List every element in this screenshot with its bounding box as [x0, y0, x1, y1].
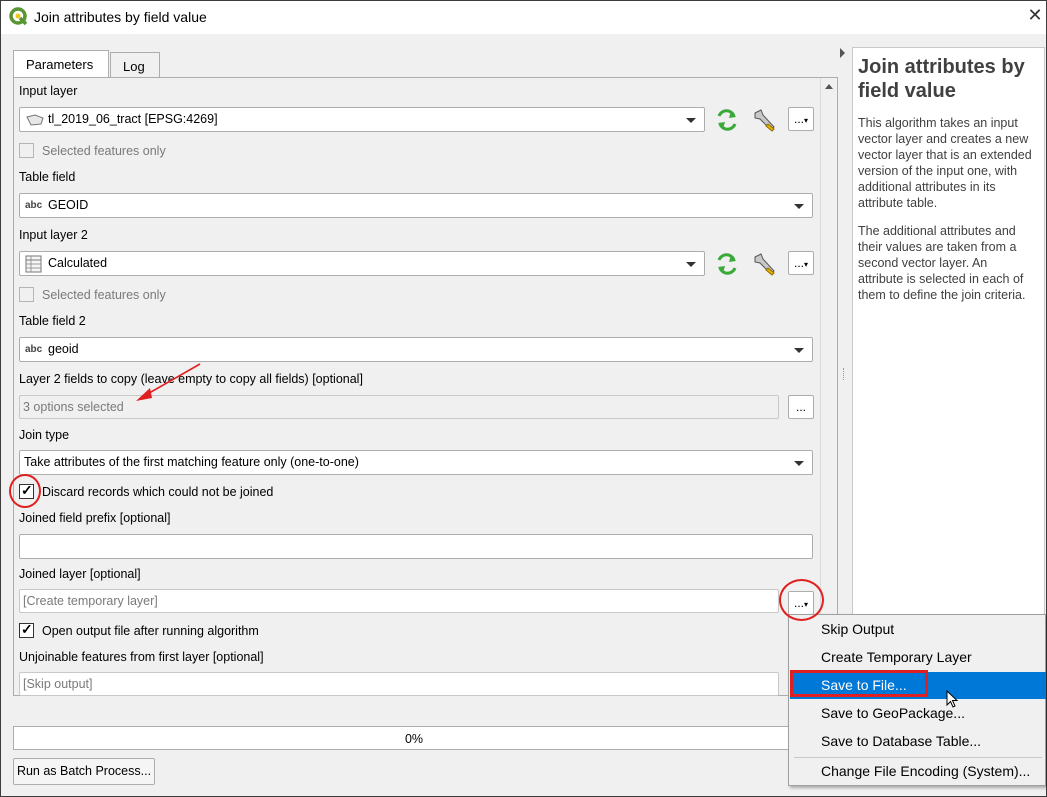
- open-output-label: Open output file after running algorithm: [42, 624, 259, 638]
- annotation-circle-discard: [9, 474, 41, 508]
- annotation-circle-options-button: [779, 579, 824, 621]
- discard-label: Discard records which could not be joine…: [42, 485, 274, 499]
- table-field2-label: Table field 2: [19, 314, 86, 328]
- tab-log[interactable]: Log: [110, 52, 160, 80]
- close-icon[interactable]: ✕: [1025, 5, 1045, 25]
- splitter-handle[interactable]: [843, 368, 846, 380]
- input-layer2-label: Input layer 2: [19, 228, 88, 242]
- title-bar: Join attributes by field value ✕: [1, 1, 1046, 34]
- fields-to-copy-value: 3 options selected: [23, 400, 124, 414]
- menu-item-skip-output[interactable]: Skip Output: [790, 616, 1046, 643]
- chevron-down-icon: [686, 118, 696, 123]
- input-layer2-options-button[interactable]: ...▾: [788, 251, 814, 275]
- prefix-label: Joined field prefix [optional]: [19, 511, 171, 525]
- iterate-icon[interactable]: [714, 108, 740, 132]
- input-layer-options-ellipsis: ...: [793, 112, 804, 126]
- join-type-label: Join type: [19, 428, 70, 442]
- input-layer2-combo[interactable]: Calculated: [19, 251, 705, 276]
- selected-only-checkbox-1[interactable]: [19, 143, 34, 158]
- open-output-checkbox[interactable]: ✓: [19, 621, 34, 638]
- chevron-down-icon: [794, 348, 804, 353]
- iterate-icon[interactable]: [714, 252, 740, 276]
- selected-only-label-1: Selected features only: [42, 144, 166, 158]
- joined-layer-field[interactable]: [Create temporary layer]: [19, 589, 779, 613]
- chevron-down-icon: [794, 461, 804, 466]
- joined-layer-placeholder: [Create temporary layer]: [23, 594, 158, 608]
- input-layer2-value: Calculated: [48, 256, 108, 270]
- tab-parameters[interactable]: Parameters: [13, 50, 109, 79]
- unjoinable-placeholder: [Skip output]: [23, 677, 93, 691]
- text-field-type-icon: abc: [25, 344, 43, 355]
- join-type-combo[interactable]: Take attributes of the first matching fe…: [19, 450, 813, 475]
- table-field-label: Table field: [19, 170, 76, 184]
- output-options-menu: Skip Output Create Temporary Layer Save …: [788, 614, 1046, 786]
- prefix-input[interactable]: [19, 534, 813, 559]
- wrench-settings-icon[interactable]: [751, 107, 779, 133]
- unjoinable-label: Unjoinable features from first layer [op…: [19, 650, 264, 664]
- help-panel: Join attributes by field value This algo…: [852, 47, 1045, 697]
- input-layer-label: Input layer: [19, 84, 78, 98]
- qgis-logo-icon: [9, 7, 28, 26]
- window-title: Join attributes by field value: [34, 9, 207, 25]
- run-batch-button[interactable]: Run as Batch Process...: [13, 758, 155, 785]
- mouse-cursor-icon: [946, 690, 959, 708]
- help-paragraph-1: This algorithm takes an input vector lay…: [858, 116, 1032, 210]
- wrench-settings-icon[interactable]: [751, 251, 779, 277]
- joined-layer-label: Joined layer [optional]: [19, 567, 141, 581]
- fields-to-copy-button[interactable]: ...: [788, 395, 814, 419]
- input-layer-options-button[interactable]: ...▾: [788, 107, 814, 131]
- table-layer-icon: [25, 255, 42, 273]
- collapse-arrow-icon[interactable]: [840, 48, 845, 58]
- table-field-value: GEOID: [48, 198, 89, 212]
- unjoinable-field[interactable]: [Skip output]: [19, 672, 779, 696]
- annotation-arrow: [136, 363, 201, 401]
- selected-only-checkbox-2[interactable]: [19, 287, 34, 302]
- chevron-down-icon: [686, 262, 696, 267]
- menu-item-change-file-encoding[interactable]: Change File Encoding (System)...: [790, 758, 1046, 785]
- help-paragraph-2: The additional attributes and their valu…: [858, 224, 1026, 302]
- input-layer2-options-ellipsis: ...: [793, 256, 804, 270]
- help-title: Join attributes by field value: [858, 56, 1025, 102]
- table-field2-value: geoid: [48, 342, 79, 356]
- input-layer-value: tl_2019_06_tract [EPSG:4269]: [48, 112, 218, 126]
- chevron-down-icon: [794, 204, 804, 209]
- selected-only-label-2: Selected features only: [42, 288, 166, 302]
- scroll-up-icon[interactable]: [825, 84, 833, 89]
- menu-item-create-temporary-layer[interactable]: Create Temporary Layer: [790, 644, 1046, 671]
- progress-bar: 0%: [13, 726, 813, 750]
- table-field-combo[interactable]: abc GEOID: [19, 193, 813, 218]
- input-layer-combo[interactable]: tl_2019_06_tract [EPSG:4269]: [19, 107, 705, 132]
- menu-item-save-to-geopackage[interactable]: Save to GeoPackage...: [790, 700, 1046, 727]
- menu-item-save-to-database-table[interactable]: Save to Database Table...: [790, 728, 1046, 755]
- progress-text: 0%: [404, 732, 424, 746]
- join-type-value: Take attributes of the first matching fe…: [24, 455, 359, 469]
- polygon-layer-icon: [26, 114, 44, 126]
- checkmark-icon: ✓: [21, 621, 33, 637]
- text-field-type-icon: abc: [25, 200, 43, 211]
- table-field2-combo[interactable]: abc geoid: [19, 337, 813, 362]
- annotation-box-save-to-file: [790, 670, 928, 697]
